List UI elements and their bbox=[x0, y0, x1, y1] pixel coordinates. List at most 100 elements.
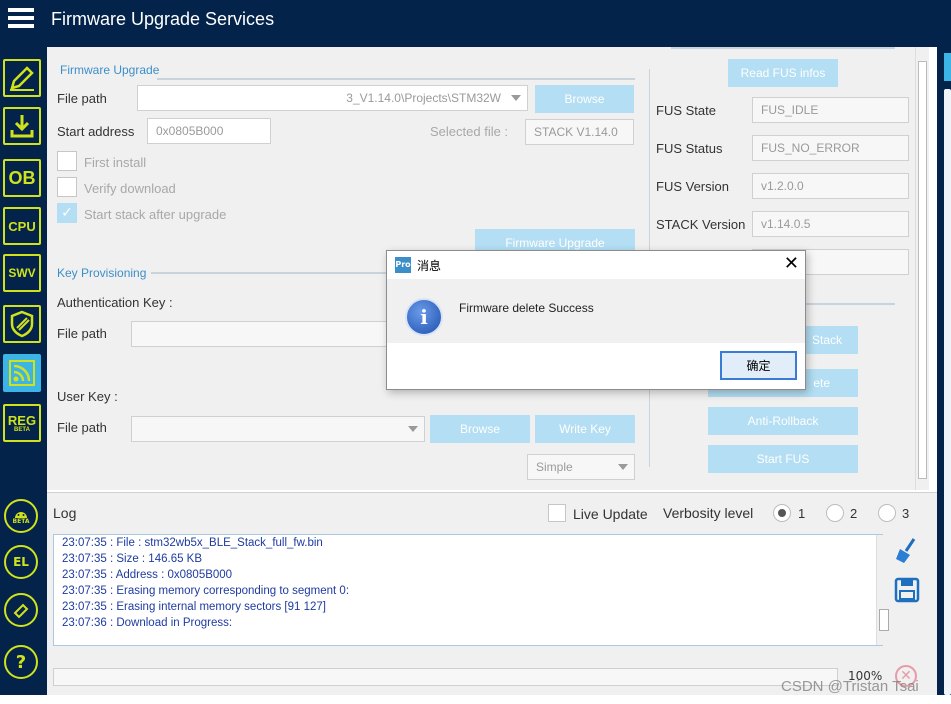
section-divider bbox=[671, 47, 895, 49]
write-key-button[interactable]: Write Key bbox=[535, 415, 635, 443]
log-line: 23:07:35 : Erasing internal memory secto… bbox=[62, 601, 327, 613]
log-line: 23:07:35 : Address : 0x0805B000 bbox=[62, 569, 233, 581]
app-title: Firmware Upgrade Services bbox=[51, 9, 275, 29]
chevron-down-icon bbox=[408, 426, 418, 432]
progress-bar bbox=[53, 668, 838, 686]
chevron-down-icon bbox=[618, 464, 628, 470]
sidebar-item-registers[interactable]: REG BETA bbox=[3, 404, 41, 442]
fus-version-label: FUS Version bbox=[656, 179, 729, 194]
stack-version-label: STACK Version bbox=[656, 217, 746, 232]
dialog-header: Pro 消息 ✕ bbox=[387, 251, 805, 279]
shield-icon bbox=[10, 310, 34, 338]
right-edge-strip bbox=[944, 89, 951, 695]
start-fus-button[interactable]: Start FUS bbox=[708, 445, 858, 473]
anti-rollback-button[interactable]: Anti-Rollback bbox=[708, 407, 858, 435]
section-divider bbox=[157, 78, 635, 80]
clear-log-broom-icon[interactable] bbox=[894, 537, 920, 565]
cpu-label: CPU bbox=[8, 218, 36, 234]
app-logo-icon: Pro bbox=[395, 257, 411, 273]
wireless-icon bbox=[9, 360, 35, 386]
selected-file-value: STACK V1.14.0 bbox=[525, 119, 634, 145]
scrollbar-thumb[interactable] bbox=[918, 61, 927, 479]
download-icon bbox=[10, 115, 34, 138]
browse-button[interactable]: Browse bbox=[535, 85, 634, 113]
check-icon: ✓ bbox=[61, 205, 73, 221]
verbosity-radio-2[interactable] bbox=[826, 504, 844, 522]
sidebar-item-el[interactable]: EL bbox=[4, 545, 38, 579]
first-install-label: First install bbox=[84, 155, 147, 170]
fus-status-label: FUS Status bbox=[656, 141, 723, 156]
close-icon[interactable]: ✕ bbox=[784, 253, 799, 274]
right-edge-tab[interactable] bbox=[944, 53, 951, 81]
main-scrollbar[interactable] bbox=[915, 47, 929, 490]
el-label: EL bbox=[13, 555, 29, 569]
log-line: 23:07:35 : Size : 146.65 KB bbox=[62, 553, 203, 565]
beta-badge: BETA bbox=[12, 518, 30, 525]
log-line: 23:07:36 : Download in Progress: bbox=[62, 617, 233, 629]
start-stack-checkbox[interactable]: ✓ bbox=[57, 203, 77, 223]
fus-state-label: FUS State bbox=[656, 103, 716, 118]
verbosity-radio-1[interactable] bbox=[773, 504, 791, 522]
auth-key-label: Authentication Key : bbox=[57, 295, 173, 310]
eraser-icon bbox=[13, 603, 29, 619]
start-address-label: Start address bbox=[57, 124, 135, 139]
verbosity-option-3: 3 bbox=[902, 506, 910, 521]
log-scrollbar[interactable] bbox=[876, 535, 890, 645]
key-provisioning-title: Key Provisioning bbox=[57, 266, 147, 280]
start-stack-label: Start stack after upgrade bbox=[84, 207, 227, 222]
help-icon: ? bbox=[15, 651, 27, 673]
ok-button[interactable]: 确定 bbox=[720, 351, 797, 380]
info-icon: i bbox=[405, 298, 443, 336]
chevron-down-icon bbox=[511, 95, 521, 101]
log-title: Log bbox=[53, 505, 77, 521]
verbosity-radio-3[interactable] bbox=[878, 504, 896, 522]
sidebar-item-eraser[interactable] bbox=[4, 593, 38, 627]
ob-label: OB bbox=[8, 167, 36, 188]
start-address-input[interactable]: 0x0805B000 bbox=[147, 118, 271, 144]
sidebar-item-beta-tool[interactable]: BETA bbox=[4, 499, 38, 533]
verbosity-label: Verbosity level bbox=[663, 505, 754, 521]
log-output[interactable]: 23:07:35 : File : stm32wb5x_BLE_Stack_fu… bbox=[53, 534, 890, 646]
dialog-body: i bbox=[387, 279, 805, 343]
file-path-select[interactable]: 3_V1.14.0\Projects\STM32W bbox=[137, 85, 528, 111]
file-path-label: File path bbox=[57, 91, 107, 106]
user-key-browse-button[interactable]: Browse bbox=[430, 415, 530, 443]
hamburger-menu-icon[interactable] bbox=[8, 8, 34, 30]
log-panel: Log Live Update Verbosity level 1 2 3 23… bbox=[47, 492, 937, 695]
save-log-icon[interactable] bbox=[894, 577, 920, 603]
auth-file-path-select[interactable] bbox=[131, 321, 391, 347]
fus-status-value: FUS_NO_ERROR bbox=[752, 135, 909, 161]
sidebar-item-option-bytes[interactable]: OB bbox=[3, 159, 41, 197]
selected-file-label: Selected file : bbox=[430, 124, 509, 139]
log-scrollbar-thumb[interactable] bbox=[879, 609, 889, 631]
key-type-select[interactable]: Simple bbox=[527, 454, 635, 480]
live-update-checkbox[interactable] bbox=[548, 504, 566, 522]
sidebar-item-swv[interactable]: SWV bbox=[3, 254, 41, 292]
sidebar-item-security[interactable] bbox=[3, 305, 41, 343]
fus-version-value: v1.2.0.0 bbox=[752, 173, 909, 199]
sidebar-item-fus[interactable] bbox=[3, 354, 41, 392]
sidebar-item-download[interactable] bbox=[3, 107, 41, 145]
verbosity-option-2: 2 bbox=[850, 506, 858, 521]
live-update-label: Live Update bbox=[573, 506, 648, 522]
watermark: CSDN @Tristan Tsai bbox=[781, 678, 919, 695]
message-dialog: Pro 消息 ✕ i Firmware delete Success 确定 bbox=[386, 250, 806, 390]
reg-label: REG bbox=[7, 412, 37, 428]
first-install-checkbox[interactable] bbox=[57, 151, 77, 171]
firmware-upgrade-title: Firmware Upgrade bbox=[60, 63, 160, 77]
file-path-value: 3_V1.14.0\Projects\STM32W bbox=[346, 91, 501, 105]
sidebar: OB CPU SWV REG BETA BETA EL ? bbox=[0, 47, 47, 695]
verbosity-option-1: 1 bbox=[798, 506, 806, 521]
sidebar-item-cpu[interactable]: CPU bbox=[3, 207, 41, 245]
sidebar-item-erasing-programming[interactable] bbox=[3, 59, 41, 97]
user-file-path-select[interactable] bbox=[131, 416, 425, 442]
key-type-value: Simple bbox=[536, 460, 573, 474]
title-bar: Firmware Upgrade Services bbox=[0, 0, 951, 47]
verify-download-checkbox[interactable] bbox=[57, 177, 77, 197]
reg-beta-badge: BETA bbox=[14, 426, 30, 433]
log-line: 23:07:35 : File : stm32wb5x_BLE_Stack_fu… bbox=[62, 537, 323, 549]
stack-version-value: v1.14.0.5 bbox=[752, 211, 909, 237]
read-fus-infos-button[interactable]: Read FUS infos bbox=[728, 59, 838, 87]
sidebar-item-help[interactable]: ? bbox=[4, 645, 38, 679]
fus-state-value: FUS_IDLE bbox=[752, 97, 909, 123]
